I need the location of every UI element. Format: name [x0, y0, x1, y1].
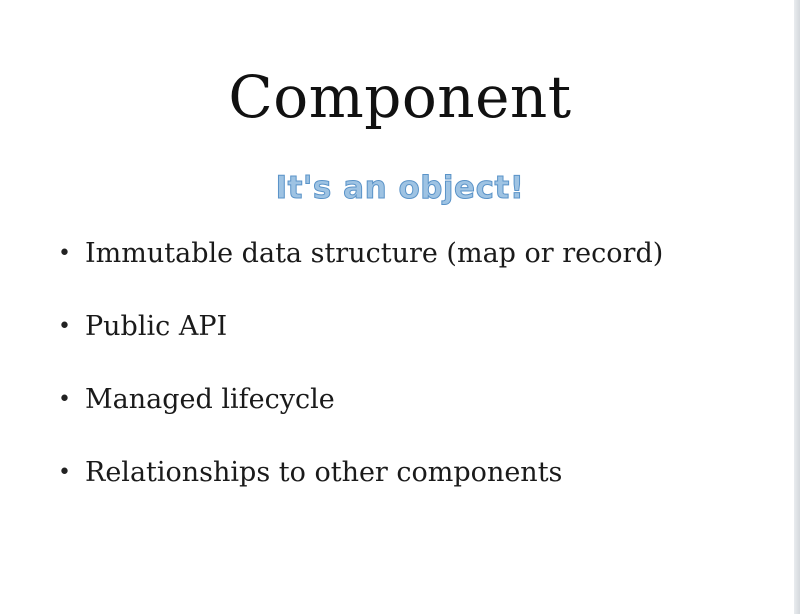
bullet-dot-icon: •	[58, 314, 71, 339]
slide-title: Component	[228, 63, 572, 131]
bullet-dot-icon: •	[58, 387, 71, 412]
bullet-dot-icon: •	[58, 241, 71, 266]
bullet-text: Managed lifecycle	[85, 384, 335, 415]
slide: Component It's an object! • Immutable da…	[0, 0, 800, 614]
slide-subtitle: It's an object!	[275, 170, 525, 207]
bullet-dot-icon: •	[58, 460, 71, 485]
bullet-text: Relationships to other components	[85, 457, 563, 488]
bullet-text: Immutable data structure (map or record)	[85, 238, 664, 269]
bullet-text: Public API	[85, 311, 228, 342]
